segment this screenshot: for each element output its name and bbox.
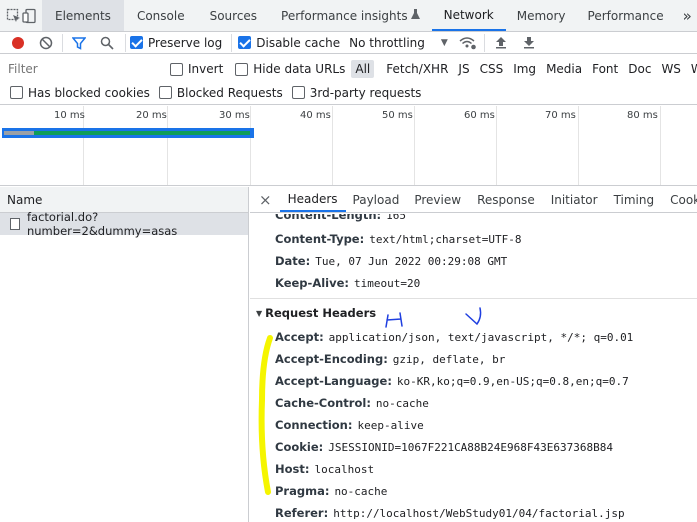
highlight-annotation xyxy=(258,307,482,495)
